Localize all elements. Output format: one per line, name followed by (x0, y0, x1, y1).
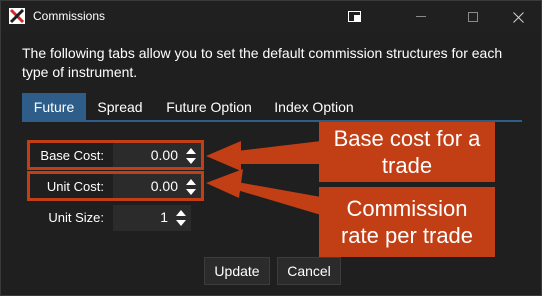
base-cost-arrow-icon (206, 141, 321, 171)
cancel-button[interactable]: Cancel (277, 257, 341, 285)
commission-rate-callout: Commission rate per trade (319, 187, 495, 257)
base-cost-callout-text: Base cost for a trade (333, 126, 481, 178)
commission-rate-callout-text: Commission rate per trade (340, 196, 474, 248)
base-cost-callout: Base cost for a trade (319, 122, 495, 182)
update-button[interactable]: Update (204, 257, 270, 285)
commissions-window: Commissions The following tabs allow you… (0, 0, 542, 296)
commission-rate-arrow-icon (206, 169, 321, 215)
